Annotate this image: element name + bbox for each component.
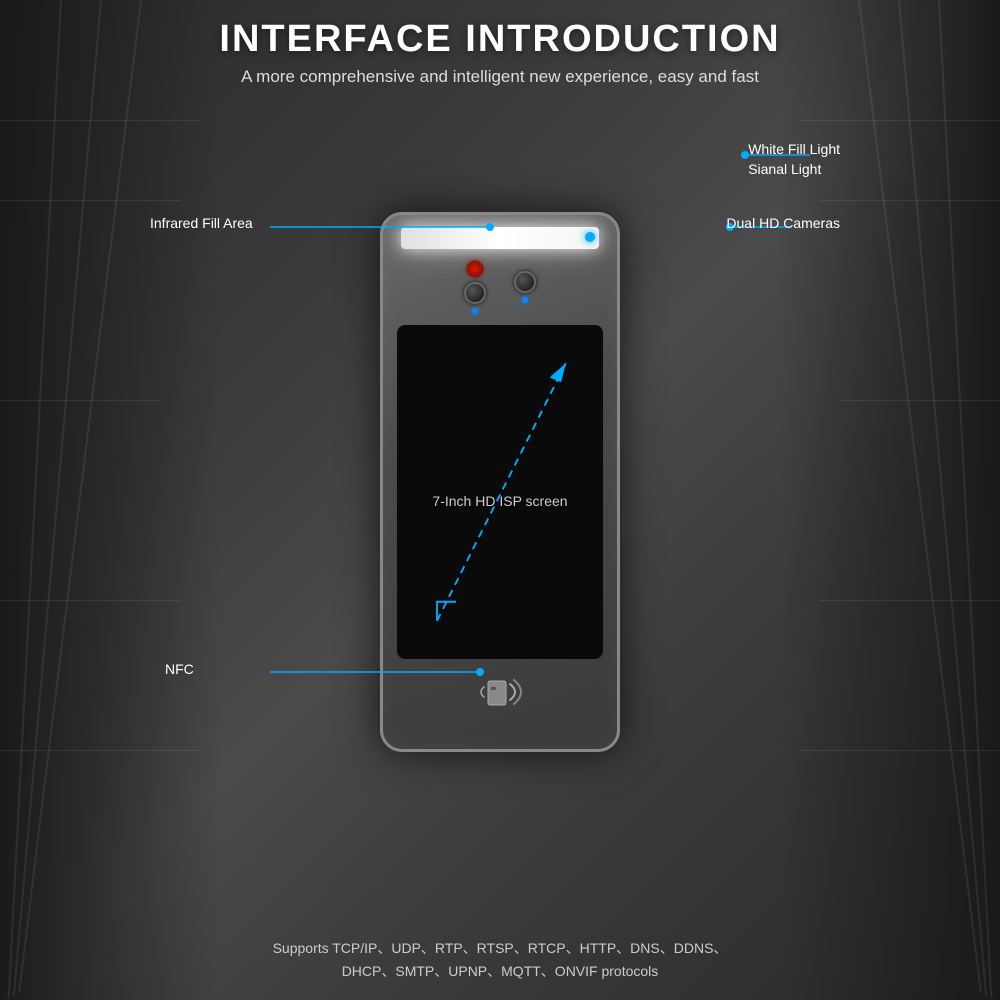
camera-module-right <box>514 271 536 303</box>
device-area: 7-Inch HD ISP screen White Fi <box>150 102 850 862</box>
nfc-icon <box>470 667 530 717</box>
signal-light <box>585 232 595 242</box>
protocols-line2: DHCP、SMTP、UPNP、MQTT、ONVIF protocols <box>273 960 728 982</box>
page-content: INTERFACE INTRODUCTION A more comprehens… <box>0 0 1000 1000</box>
ir-light-left <box>466 260 484 278</box>
ir-dot-right <box>522 297 528 303</box>
white-fill-light-label: White Fill Light Sianal Light <box>748 140 840 179</box>
page-subtitle: A more comprehensive and intelligent new… <box>219 67 780 87</box>
infrared-fill-label: Infrared Fill Area <box>150 214 253 234</box>
fill-light-bar <box>401 227 599 249</box>
dual-cameras-label: Dual HD Cameras <box>726 214 840 234</box>
ir-dot-left <box>472 308 478 314</box>
camera-lens-right <box>514 271 536 293</box>
camera-module-left <box>464 260 486 314</box>
title-section: INTERFACE INTRODUCTION A more comprehens… <box>219 18 780 87</box>
camera-lens-left <box>464 282 486 304</box>
protocols-line1: Supports TCP/IP、UDP、RTP、RTSP、RTCP、HTTP、D… <box>273 937 728 959</box>
device: 7-Inch HD ISP screen <box>380 212 620 752</box>
device-screen: 7-Inch HD ISP screen <box>397 325 603 659</box>
protocols-section: Supports TCP/IP、UDP、RTP、RTSP、RTCP、HTTP、D… <box>273 937 728 982</box>
nfc-label: NFC <box>165 660 194 680</box>
nfc-area <box>470 667 530 717</box>
screen-label: 7-Inch HD ISP screen <box>432 493 567 509</box>
camera-area <box>450 259 550 314</box>
page-title: INTERFACE INTRODUCTION <box>219 18 780 61</box>
